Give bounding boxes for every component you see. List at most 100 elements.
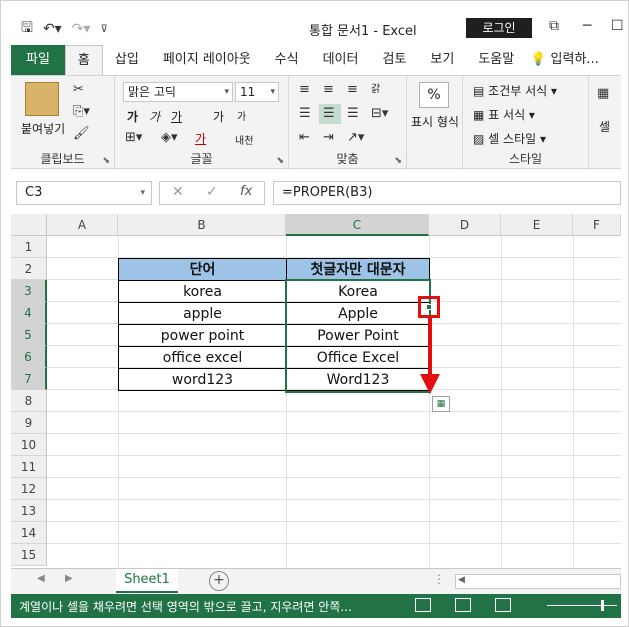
tab-page-layout[interactable]: 페이지 레이아웃 [151, 45, 263, 75]
font-launcher-icon[interactable]: ⬊ [276, 156, 284, 166]
row-header[interactable]: 11 [11, 456, 47, 478]
more-options-icon[interactable]: ⋮ [433, 572, 445, 586]
insert-function-icon[interactable]: fx [240, 184, 252, 199]
col-header-a[interactable]: A [47, 214, 118, 236]
cell-styles-button[interactable]: ▨ 셀 스타일 ▾ [473, 130, 546, 147]
autofill-options-icon[interactable]: ▦ [432, 396, 450, 412]
row-header[interactable]: 9 [11, 412, 47, 434]
align-top-icon[interactable]: ≡ [299, 82, 310, 97]
tab-review[interactable]: 검토 [370, 45, 418, 75]
row-header[interactable]: 1 [11, 236, 47, 258]
cut-icon[interactable]: ✂ [73, 82, 84, 97]
format-table-button[interactable]: ▦ 표 서식 ▾ [473, 106, 535, 123]
align-middle-icon[interactable]: ≡ [323, 82, 334, 97]
row-header[interactable]: 15 [11, 544, 47, 566]
worksheet-grid[interactable]: A B C D E F 1 2 3 4 5 6 7 8 9 10 11 12 1… [11, 214, 621, 568]
italic-button[interactable]: 가 [149, 108, 160, 125]
wrap-text-button[interactable]: 갉 [371, 80, 380, 95]
cells-button[interactable]: 셀 [599, 118, 610, 135]
conditional-format-button[interactable]: ▤ 조건부 서식 ▾ [473, 82, 557, 99]
scroll-left-icon[interactable]: ◀ [458, 575, 465, 585]
align-left-icon[interactable]: ☰ [299, 106, 311, 121]
tab-insert[interactable]: 삽입 [103, 45, 151, 75]
cell-b3[interactable]: korea [118, 280, 287, 303]
tell-me-input[interactable]: 💡 입력하... [526, 45, 603, 75]
cell-b7[interactable]: word123 [118, 368, 287, 391]
cell-b6[interactable]: office excel [118, 346, 287, 369]
cell-b2[interactable]: 단어 [118, 258, 287, 281]
clipboard-launcher-icon[interactable]: ⬊ [102, 156, 110, 166]
tab-data[interactable]: 데이터 [311, 45, 371, 75]
decrease-indent-icon[interactable]: ⇤ [299, 130, 310, 145]
cells-icon[interactable]: ▦ [597, 86, 609, 101]
select-all-corner[interactable] [11, 214, 47, 236]
format-painter-icon[interactable]: 🖌 [73, 126, 90, 141]
row-header[interactable]: 12 [11, 478, 47, 500]
row-header[interactable]: 4 [11, 302, 47, 324]
grow-font-button[interactable]: 가 [213, 108, 224, 125]
align-center-icon[interactable]: ☰ [323, 106, 335, 121]
maximize-icon[interactable]: ☐ [611, 18, 624, 34]
normal-view-icon[interactable] [415, 598, 431, 612]
fill-color-icon[interactable]: ◈▾ [161, 130, 178, 145]
ribbon-display-icon[interactable]: ⧉ [549, 18, 559, 34]
row-header[interactable]: 6 [11, 346, 47, 368]
enter-icon[interactable]: ✓ [206, 184, 218, 200]
borders-icon[interactable]: ⊞▾ [125, 130, 142, 145]
copy-icon[interactable]: ⎘▾ [73, 104, 90, 119]
sheet-tab-sheet1[interactable]: Sheet1 [116, 569, 178, 593]
alignment-launcher-icon[interactable]: ⬊ [394, 156, 402, 166]
cell-b4[interactable]: apple [118, 302, 287, 325]
row-header[interactable]: 8 [11, 390, 47, 412]
formula-input[interactable]: =PROPER(B3) [273, 181, 621, 205]
cancel-icon[interactable]: ✕ [172, 184, 184, 200]
save-icon[interactable]: 🖫 [21, 17, 33, 41]
cell-c2[interactable]: 첫글자만 대문자 [286, 258, 430, 281]
align-right-icon[interactable]: ☰ [347, 106, 359, 121]
align-bottom-icon[interactable]: ≡ [347, 82, 358, 97]
phonetic-button[interactable]: 내천 [235, 132, 253, 147]
paste-button[interactable]: 붙여넣기 [21, 120, 65, 137]
col-header-c[interactable]: C [286, 214, 429, 236]
redo-icon[interactable]: ↷▾ [72, 21, 91, 37]
percent-style-button[interactable]: % [419, 82, 449, 108]
row-header[interactable]: 10 [11, 434, 47, 456]
cell-b5[interactable]: power point [118, 324, 287, 347]
horizontal-scrollbar[interactable]: ◀ [455, 574, 621, 589]
col-header-f[interactable]: F [573, 214, 621, 236]
tab-help[interactable]: 도움말 [466, 45, 526, 75]
page-break-view-icon[interactable] [495, 598, 511, 612]
font-color-button[interactable]: 가 [195, 130, 206, 147]
add-sheet-button[interactable]: + [209, 571, 229, 591]
row-header[interactable]: 3 [11, 280, 47, 302]
login-button[interactable]: 로그인 [466, 18, 532, 38]
font-size-combo[interactable]: 11 ▾ [235, 82, 279, 102]
tab-file[interactable]: 파일 [11, 45, 65, 75]
zoom-slider-thumb[interactable] [601, 600, 604, 611]
tab-formulas[interactable]: 수식 [263, 45, 311, 75]
row-header[interactable]: 14 [11, 522, 47, 544]
col-header-d[interactable]: D [429, 214, 501, 236]
page-layout-view-icon[interactable] [455, 598, 471, 612]
shrink-font-button[interactable]: 가 [237, 108, 246, 123]
font-name-combo[interactable]: 맑은 고딕 ▾ [123, 82, 233, 102]
row-header[interactable]: 7 [11, 368, 47, 390]
zoom-slider[interactable] [547, 605, 617, 606]
row-header[interactable]: 2 [11, 258, 47, 280]
minimize-icon[interactable]: ─ [583, 18, 591, 34]
prev-sheet-icon[interactable]: ◀ [37, 573, 45, 584]
col-header-b[interactable]: B [118, 214, 286, 236]
orientation-icon[interactable]: ↗▾ [347, 130, 364, 145]
paste-icon[interactable] [25, 82, 59, 116]
row-header[interactable]: 5 [11, 324, 47, 346]
underline-button[interactable]: 가 [171, 108, 182, 125]
bold-button[interactable]: 가 [127, 108, 138, 125]
tab-view[interactable]: 보기 [418, 45, 466, 75]
customize-icon[interactable]: ⊽ [100, 24, 107, 35]
increase-indent-icon[interactable]: ⇥ [323, 130, 334, 145]
next-sheet-icon[interactable]: ▶ [65, 573, 73, 584]
col-header-e[interactable]: E [501, 214, 573, 236]
number-format-button[interactable]: 표시 형식 [411, 114, 459, 130]
name-box[interactable]: C3 ▾ [16, 181, 152, 205]
row-header[interactable]: 13 [11, 500, 47, 522]
